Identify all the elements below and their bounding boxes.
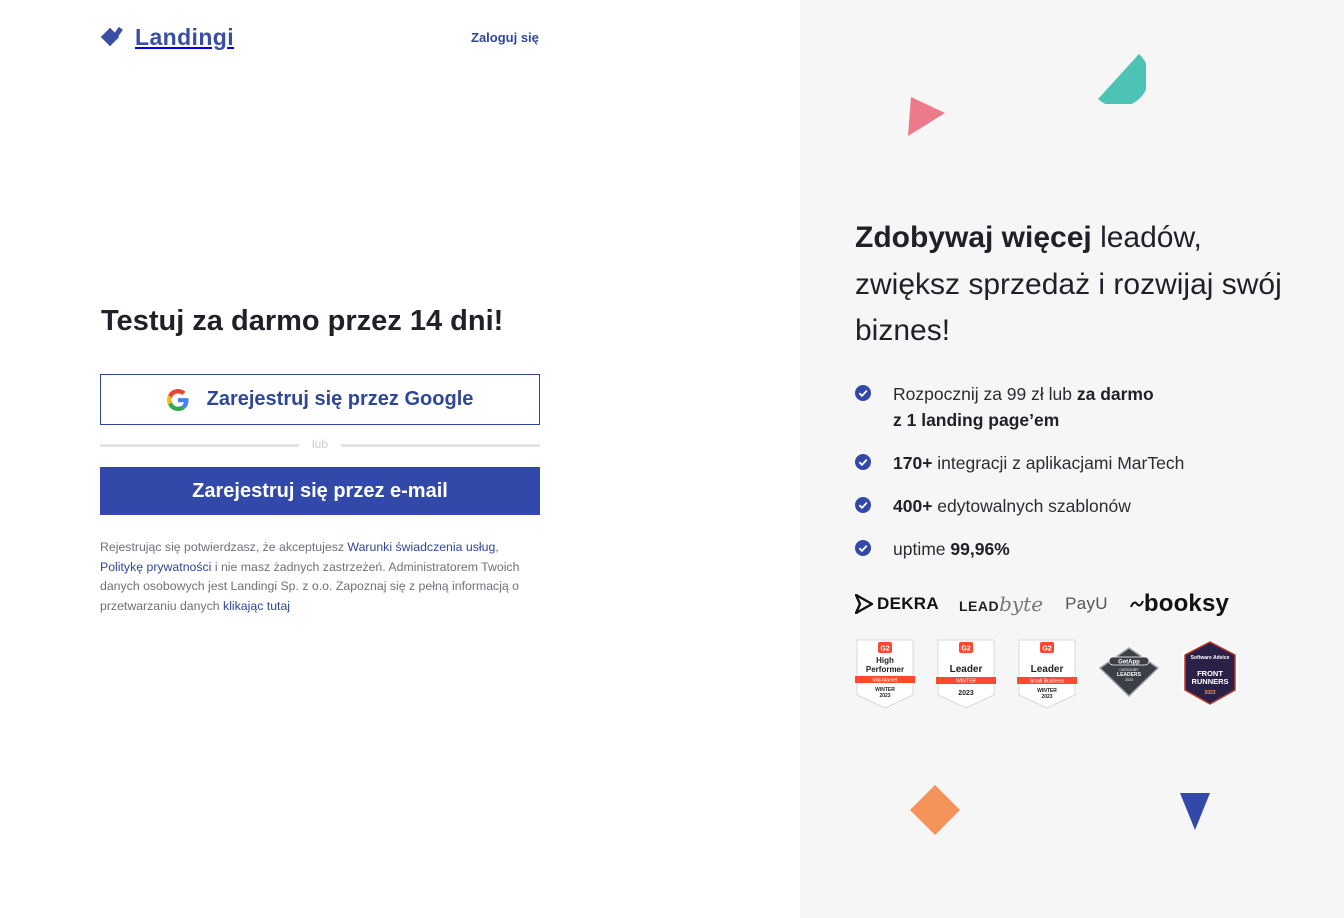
dekra-logo: DEKRA xyxy=(855,594,939,614)
svg-text:High: High xyxy=(876,656,894,665)
leadbyte-logo: LEAD byte xyxy=(959,592,1043,616)
benefit-text: uptime xyxy=(893,539,951,559)
login-link[interactable]: Zaloguj się xyxy=(471,30,539,45)
svg-text:Small Business: Small Business xyxy=(1030,679,1065,685)
svg-text:Performer: Performer xyxy=(866,665,904,674)
signup-panel: Landingi Zaloguj się Testuj za darmo prz… xyxy=(0,0,800,918)
svg-text:G2: G2 xyxy=(1042,646,1051,653)
benefits-list: Rozpocznij za 99 zł lub za darmo z 1 lan… xyxy=(855,381,1275,562)
teal-half-circle-shape xyxy=(1098,54,1146,104)
benefit-bold: za darmo xyxy=(1076,384,1154,404)
legal-notice: Rejestrując się potwierdzasz, że akceptu… xyxy=(100,538,540,616)
email-button-label: Zarejestruj się przez e-mail xyxy=(192,479,448,502)
signup-title: Testuj za darmo przez 14 dni! xyxy=(101,305,504,337)
g2-leader-small-business-badge: G2 Leader Small Business WINTER 2023 xyxy=(1017,639,1077,709)
check-icon xyxy=(855,540,871,556)
svg-text:Mid-Market: Mid-Market xyxy=(872,678,898,684)
booksy-swoosh-icon xyxy=(1129,600,1144,608)
award-badges: G2 High Performer Mid-Market WINTER 2023… xyxy=(855,638,1238,709)
promo-tagline: Zdobywaj więcej leadów, zwiększ sprzedaż… xyxy=(855,215,1285,355)
check-icon xyxy=(855,454,871,470)
leadbyte-lead-text: LEAD xyxy=(958,598,1000,614)
svg-text:Leader: Leader xyxy=(950,664,983,675)
svg-text:Software Advice: Software Advice xyxy=(1191,655,1230,661)
benefit-bold: 99,96% xyxy=(950,539,1010,559)
check-icon xyxy=(855,497,871,513)
google-signup-button[interactable]: Zarejestruj się przez Google xyxy=(100,374,540,425)
orange-diamond-shape xyxy=(910,785,960,835)
divider-line-right xyxy=(341,444,540,447)
dekra-mark-icon xyxy=(855,594,873,614)
svg-text:2023: 2023 xyxy=(879,693,890,699)
booksy-text: booksy xyxy=(1143,590,1230,617)
benefit-item: uptime 99,96% xyxy=(855,536,1275,562)
g2-high-performer-badge: G2 High Performer Mid-Market WINTER 2023 xyxy=(855,639,915,709)
svg-text:2023: 2023 xyxy=(1125,678,1133,682)
client-logos: DEKRA LEAD byte PayU booksy xyxy=(855,590,1229,618)
benefit-text: integracji z aplikacjami MarTech xyxy=(932,453,1185,473)
or-divider: lub xyxy=(100,436,540,454)
svg-text:2023: 2023 xyxy=(1204,690,1215,696)
software-advice-front-runners-badge: Software Advice FRONT RUNNERS 2023 xyxy=(1182,638,1238,708)
benefit-text: edytowalnych szablonów xyxy=(932,496,1131,516)
svg-text:WINTER: WINTER xyxy=(956,679,976,685)
landingi-logo-icon xyxy=(100,26,123,46)
logo-text: Landingi xyxy=(135,24,235,50)
privacy-link[interactable]: Politykę prywatności xyxy=(100,560,211,574)
svg-text:GetApp: GetApp xyxy=(1118,659,1140,665)
svg-text:2023: 2023 xyxy=(1041,694,1052,700)
leadbyte-byte-text: byte xyxy=(999,592,1044,616)
google-button-label: Zarejestruj się przez Google xyxy=(206,388,474,410)
svg-text:G2: G2 xyxy=(961,646,970,653)
pink-triangle-shape xyxy=(908,97,945,136)
divider-line-left xyxy=(100,444,299,447)
svg-text:RUNNERS: RUNNERS xyxy=(1191,677,1228,686)
benefit-item: 400+ edytowalnych szablonów xyxy=(855,493,1275,519)
benefit-bold: 170+ xyxy=(893,453,933,473)
payu-text: PayU xyxy=(1065,594,1108,613)
google-icon xyxy=(166,388,189,411)
legal-text-2: , xyxy=(495,540,499,554)
benefit-item: Rozpocznij za 99 zł lub za darmo z 1 lan… xyxy=(855,381,1275,433)
benefit-item: 170+ integracji z aplikacjami MarTech xyxy=(855,450,1275,476)
blue-triangle-shape xyxy=(1180,793,1210,830)
payu-logo: PayU xyxy=(1065,594,1108,614)
benefit-bold-line2: z 1 landing page’em xyxy=(893,410,1060,430)
data-processing-link[interactable]: klikając tutaj xyxy=(223,599,290,613)
landingi-logo[interactable]: Landingi xyxy=(100,24,234,51)
email-signup-button[interactable]: Zarejestruj się przez e-mail xyxy=(100,467,540,515)
booksy-logo: booksy xyxy=(1129,590,1230,618)
svg-text:Leader: Leader xyxy=(1031,664,1064,675)
dekra-text: DEKRA xyxy=(877,594,939,613)
getapp-category-leaders-badge: GetApp CATEGORY LEADERS 2023 xyxy=(1098,647,1160,698)
legal-text-1: Rejestrując się potwierdzasz, że akceptu… xyxy=(100,540,348,554)
svg-text:2023: 2023 xyxy=(958,690,974,697)
check-icon xyxy=(855,385,871,401)
svg-text:G2: G2 xyxy=(880,646,889,653)
benefit-text: Rozpocznij za 99 zł lub xyxy=(893,384,1077,404)
tagline-bold: Zdobywaj więcej xyxy=(855,221,1092,254)
g2-leader-badge: G2 Leader WINTER 2023 xyxy=(936,639,996,709)
divider-text: lub xyxy=(311,437,328,451)
terms-link[interactable]: Warunki świadczenia usług xyxy=(347,540,495,554)
benefit-bold: 400+ xyxy=(893,496,933,516)
